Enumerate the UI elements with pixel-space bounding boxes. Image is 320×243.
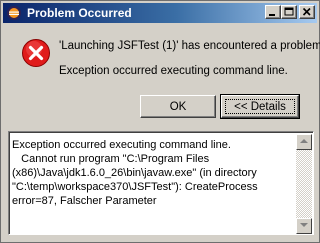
close-button[interactable] <box>299 5 315 19</box>
maximize-icon <box>284 7 294 16</box>
minimize-icon <box>269 14 275 16</box>
details-text: Exception occurred executing command lin… <box>12 139 258 207</box>
title-bar[interactable]: Problem Occurred <box>3 3 317 23</box>
problem-dialog: Problem Occurred 'Launching JSFTest (1)'… <box>0 0 320 243</box>
eclipse-icon <box>6 5 22 21</box>
arrow-down-icon <box>300 223 308 227</box>
minimize-button[interactable] <box>265 5 281 19</box>
vertical-scrollbar[interactable] <box>296 134 312 234</box>
ok-button[interactable]: OK <box>140 95 216 118</box>
details-button-label: << Details <box>234 100 286 113</box>
details-text-area[interactable]: Exception occurred executing command lin… <box>8 131 314 235</box>
error-message-detail: Exception occurred executing command lin… <box>59 65 288 77</box>
scroll-down-button[interactable] <box>296 218 312 234</box>
error-icon <box>21 38 51 68</box>
close-icon <box>302 7 311 16</box>
details-button[interactable]: << Details <box>220 94 300 119</box>
scroll-up-button[interactable] <box>296 134 312 150</box>
maximize-button[interactable] <box>281 5 297 19</box>
error-message-title: 'Launching JSFTest (1)' has encountered … <box>59 40 320 52</box>
ok-button-label: OK <box>169 100 187 113</box>
window-title: Problem Occurred <box>27 6 132 20</box>
arrow-up-icon <box>300 139 308 143</box>
